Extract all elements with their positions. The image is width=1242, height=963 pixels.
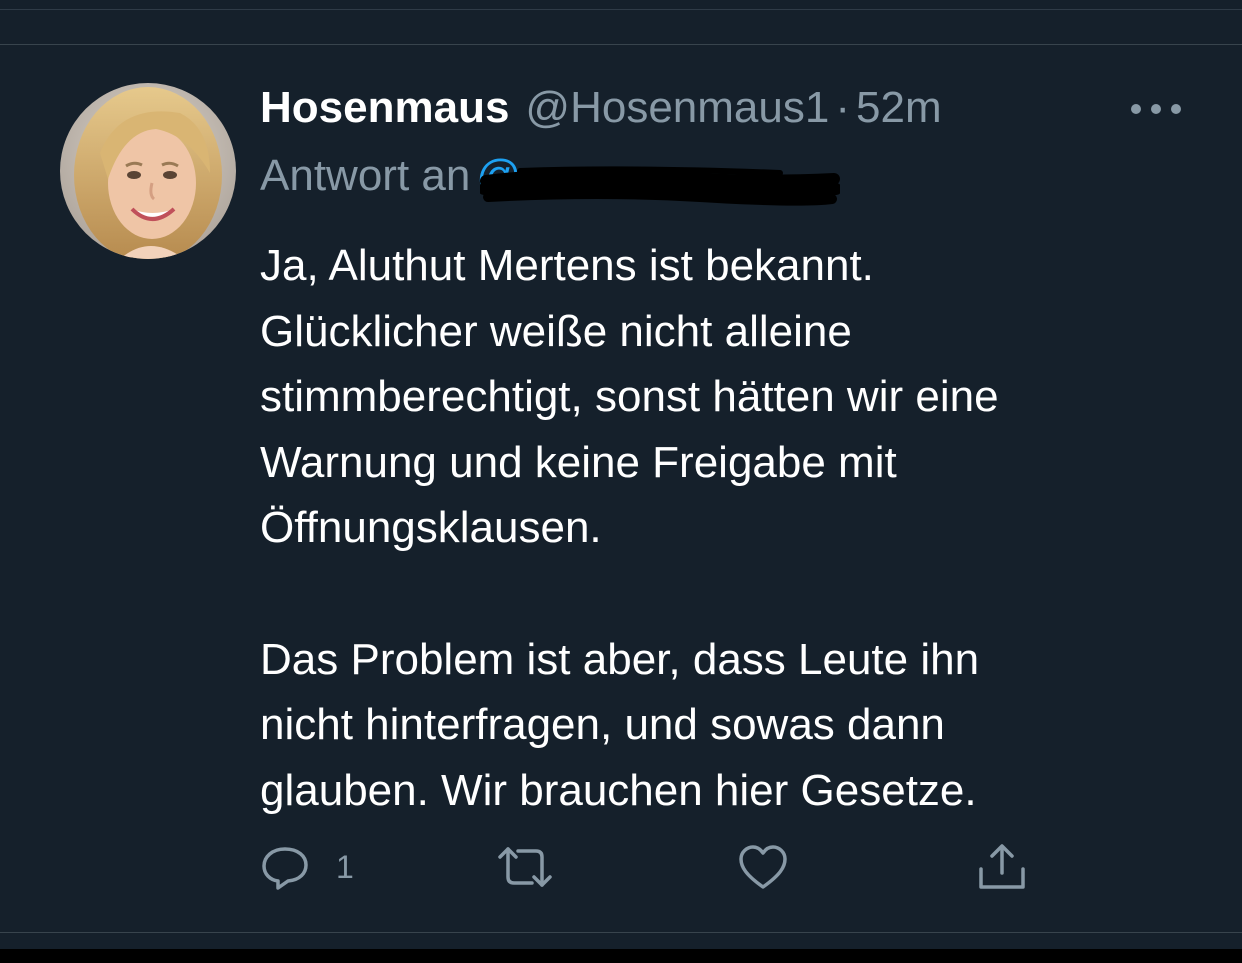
tweet-text: Ja, Aluthut Mertens ist bekannt. Glückli… [260,241,999,815]
action-bar: 1 [260,843,1060,891]
display-name[interactable]: Hosenmaus [260,83,509,133]
share-button[interactable] [976,843,1028,891]
more-options-icon[interactable] [1128,97,1184,121]
tweet[interactable]: Hosenmaus @Hosenmaus1 · 52m Antwort an @ … [0,45,1242,933]
reply-count: 1 [336,848,354,885]
bottom-bar [0,933,1242,949]
reply-prefix: Antwort an [260,151,471,200]
separator-dot: · [835,83,850,132]
share-icon [979,844,1025,889]
like-button[interactable] [738,843,814,891]
tweet-header: Hosenmaus @Hosenmaus1 · 52m [260,83,942,133]
timestamp[interactable]: 52m [856,83,942,133]
retweet-button[interactable] [496,843,580,891]
reply-button[interactable]: 1 [260,843,354,891]
user-handle[interactable]: @Hosenmaus1 [525,83,829,133]
redaction-scribble [478,163,842,207]
avatar-image [60,83,236,259]
top-bar [0,0,1242,45]
heart-icon [739,845,787,889]
speech-bubble-icon [262,847,308,890]
retweet-icon [498,847,552,887]
avatar[interactable] [60,83,236,259]
top-divider [0,9,1242,10]
bottom-edge [0,949,1242,963]
